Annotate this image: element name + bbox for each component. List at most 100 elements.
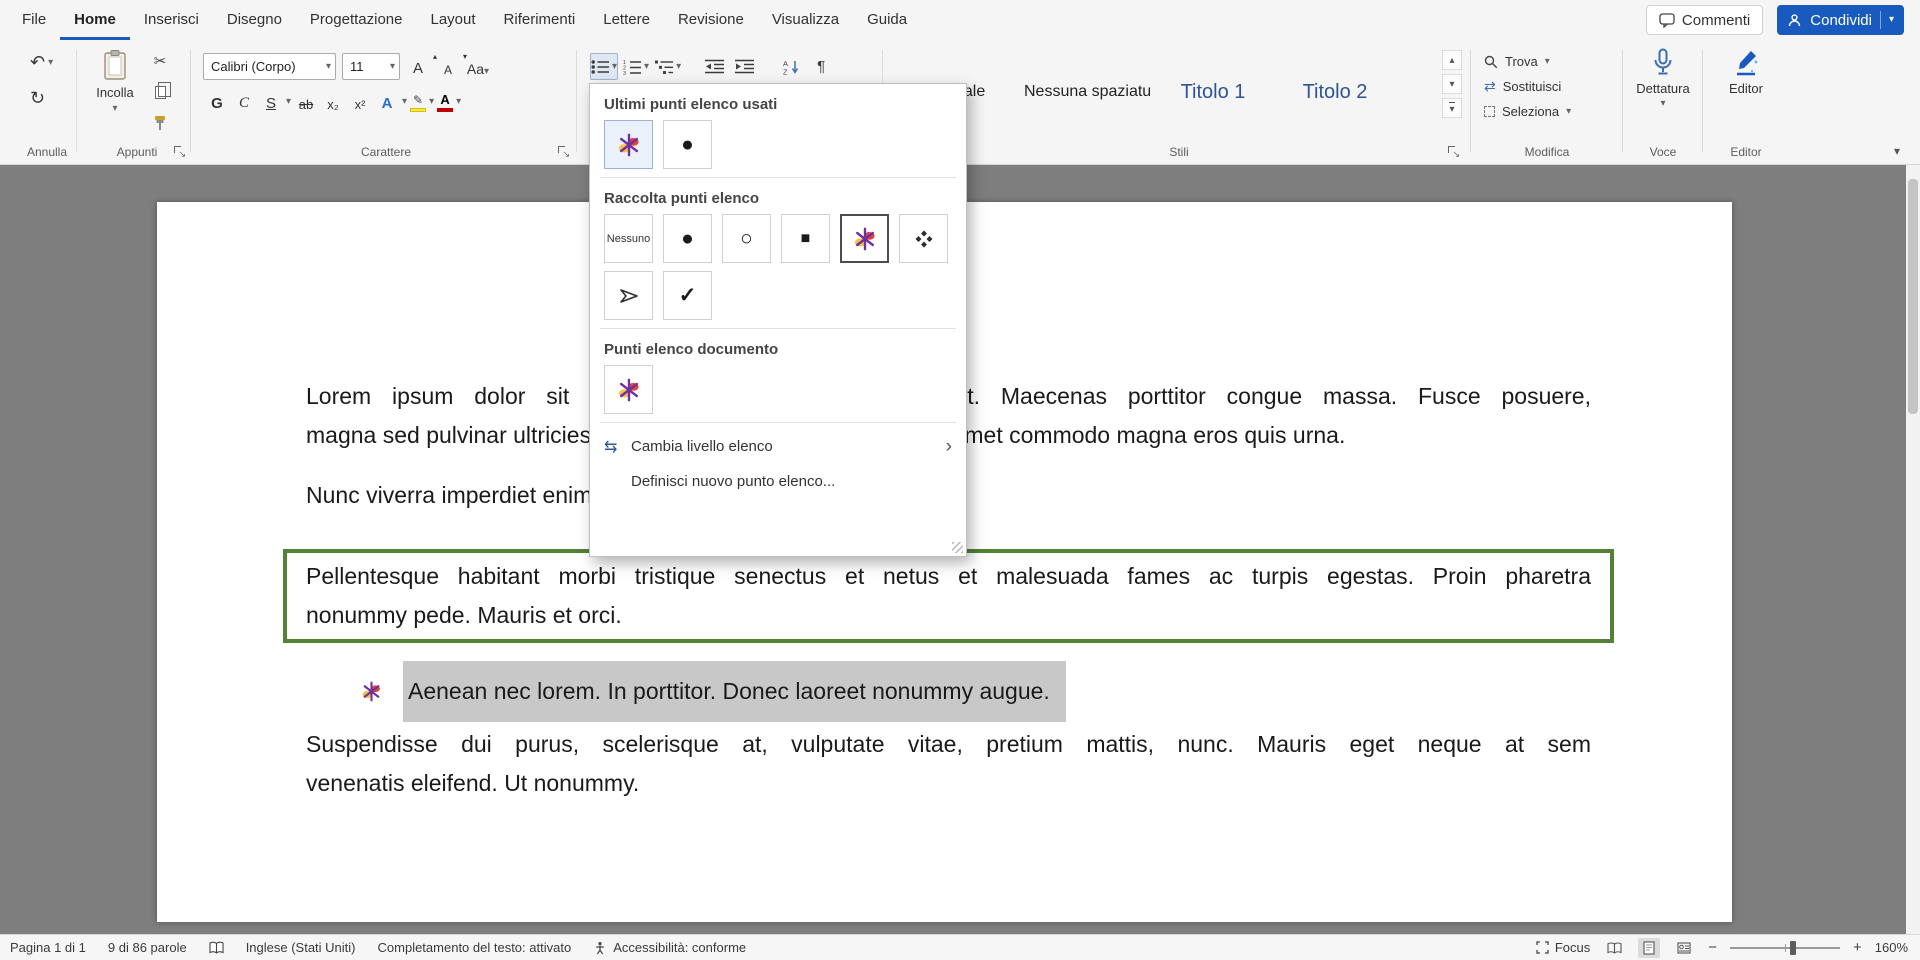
chevron-down-icon[interactable]: ▾ <box>429 97 434 107</box>
replace-button[interactable]: ⇄ Sostituisci <box>1484 78 1571 95</box>
font-color-button[interactable]: A <box>437 89 453 115</box>
language-status[interactable]: Inglese (Stati Uniti) <box>246 940 356 955</box>
underline-button[interactable]: S <box>259 89 283 115</box>
collapse-ribbon-button[interactable]: ▾ <box>1894 144 1900 158</box>
tab-layout[interactable]: Layout <box>417 0 490 40</box>
tab-disegno[interactable]: Disegno <box>213 0 296 40</box>
style-titolo-2[interactable]: Titolo 2 <box>1274 51 1396 133</box>
font-dialog-launcher[interactable] <box>557 145 570 158</box>
tab-riferimenti[interactable]: Riferimenti <box>490 0 590 40</box>
focus-mode-button[interactable]: Focus <box>1536 940 1590 955</box>
word-count-status[interactable]: 9 di 86 parole <box>108 940 187 955</box>
select-button[interactable]: Seleziona ▾ <box>1484 104 1571 119</box>
selected-text[interactable]: Aenean nec lorem. In porttitor. Donec la… <box>403 661 1066 722</box>
shrink-font-button[interactable]: A▾ <box>436 54 460 80</box>
chevron-down-icon[interactable]: ▾ <box>286 97 291 107</box>
proofing-status[interactable] <box>209 941 224 954</box>
tab-visualizza[interactable]: Visualizza <box>758 0 853 40</box>
show-formatting-button[interactable]: ¶ <box>808 53 834 80</box>
bullet-arrowhead[interactable] <box>604 271 653 320</box>
tab-file[interactable]: File <box>8 0 60 40</box>
resize-grip[interactable] <box>952 542 963 553</box>
style-nessuna-spaziatura[interactable]: Nessuna spaziatura <box>1014 51 1152 133</box>
bullet-solid-dot[interactable]: ● <box>663 214 712 263</box>
zoom-center-tick <box>1785 944 1786 952</box>
chevron-down-icon[interactable]: ▾ <box>48 58 53 68</box>
dictate-button[interactable]: Dettatura ▾ <box>1628 48 1698 109</box>
hollow-circle-icon: ○ <box>740 227 753 251</box>
gallery-up-button[interactable]: ▴ <box>1442 50 1462 70</box>
bullet-checkmark[interactable]: ✓ <box>663 271 712 320</box>
font-size-combobox[interactable]: 11 ▾ <box>342 53 400 80</box>
chevron-down-icon[interactable]: ▾ <box>402 97 407 107</box>
italic-button[interactable]: C <box>232 89 256 115</box>
style-titolo-1[interactable]: Titolo 1 <box>1152 51 1274 133</box>
gallery-more-button[interactable]: ▾ <box>1442 98 1462 118</box>
font-name-combobox[interactable]: Calibri (Corpo) ▾ <box>203 53 336 80</box>
undo-button[interactable]: ↶ ▾ <box>30 52 53 73</box>
chevron-down-icon[interactable]: ▾ <box>1889 15 1894 25</box>
grow-font-button[interactable]: A▴ <box>406 54 430 80</box>
copy-button[interactable] <box>150 83 170 101</box>
zoom-slider-thumb[interactable] <box>1790 941 1796 955</box>
strikethrough-button[interactable]: ab <box>294 89 318 115</box>
paragraph-suspendisse[interactable]: Suspendisse dui purus, scelerisque at, v… <box>306 725 1591 803</box>
highlight-button[interactable]: ✎ <box>410 89 426 115</box>
zoom-slider[interactable] <box>1730 947 1840 949</box>
format-painter-button[interactable] <box>150 114 170 132</box>
text-completion-status[interactable]: Completamento del testo: attivato <box>378 940 572 955</box>
tab-revisione[interactable]: Revisione <box>664 0 758 40</box>
comments-button[interactable]: Commenti <box>1646 5 1763 35</box>
chevron-down-icon[interactable]: ▾ <box>112 104 117 114</box>
zoom-out-button[interactable]: − <box>1708 939 1717 956</box>
zoom-level-button[interactable]: 160% <box>1875 940 1908 955</box>
cut-button[interactable]: ✂ <box>150 52 170 70</box>
scrollbar-thumb[interactable] <box>1908 179 1918 414</box>
web-layout-button[interactable] <box>1673 938 1695 958</box>
recent-bullet-solid[interactable]: ● <box>663 120 712 169</box>
define-new-bullet-item[interactable]: Definisci nuovo punto elenco... <box>590 464 966 499</box>
vertical-scrollbar[interactable] <box>1906 165 1920 934</box>
bullet-none[interactable]: Nessuno <box>604 214 653 263</box>
numbering-button[interactable]: 123 ▾ <box>622 53 650 80</box>
document-bullet-custom[interactable] <box>604 365 653 414</box>
print-layout-button[interactable] <box>1638 938 1660 958</box>
bold-button[interactable]: G <box>205 89 229 115</box>
gallery-down-button[interactable]: ▾ <box>1442 74 1462 94</box>
paragraph-bordered[interactable]: Pellentesque habitant morbi tristique se… <box>283 549 1614 643</box>
share-button[interactable]: Condividi ▾ <box>1777 5 1904 35</box>
redo-button[interactable]: ↻ <box>30 88 45 109</box>
tab-guida[interactable]: Guida <box>853 0 921 40</box>
multilevel-list-button[interactable]: ▾ <box>654 53 682 80</box>
find-button[interactable]: Trova ▾ <box>1484 54 1571 69</box>
subscript-button[interactable]: x₂ <box>321 89 345 115</box>
bullet-square[interactable]: ■ <box>781 214 830 263</box>
tab-inserisci[interactable]: Inserisci <box>130 0 213 40</box>
editor-button[interactable]: Editor <box>1704 48 1788 96</box>
text-effects-button[interactable]: A <box>375 89 399 115</box>
tab-lettere[interactable]: Lettere <box>589 0 664 40</box>
sort-button[interactable]: AZ <box>778 53 804 80</box>
read-mode-button[interactable] <box>1603 938 1625 958</box>
paragraph-bulleted-selected[interactable]: Aenean nec lorem. In porttitor. Donec la… <box>306 661 1591 722</box>
paste-button[interactable]: Incolla ▾ <box>90 48 140 138</box>
chevron-down-icon[interactable]: ▾ <box>456 97 461 107</box>
superscript-button[interactable]: x² <box>348 89 372 115</box>
change-case-button[interactable]: Aa▾ <box>466 54 490 80</box>
styles-dialog-launcher[interactable] <box>1447 145 1460 158</box>
clipboard-dialog-launcher[interactable] <box>173 145 186 158</box>
change-list-level-item[interactable]: ⇆ Cambia livello elenco › <box>590 429 966 464</box>
bullet-hollow-circle[interactable]: ○ <box>722 214 771 263</box>
recent-bullet-custom[interactable] <box>604 120 653 169</box>
page-number-status[interactable]: Pagina 1 di 1 <box>10 940 86 955</box>
zoom-in-button[interactable]: + <box>1853 939 1862 956</box>
accessibility-status[interactable]: Accessibilità: conforme <box>593 940 746 955</box>
decrease-indent-button[interactable] <box>702 53 728 80</box>
bullets-button[interactable]: ▾ <box>590 53 618 80</box>
chevron-down-icon: ▾ <box>1660 99 1665 109</box>
bullet-four-diamonds[interactable] <box>899 214 948 263</box>
increase-indent-button[interactable] <box>732 53 758 80</box>
bullet-custom-selected[interactable] <box>840 214 889 263</box>
tab-progettazione[interactable]: Progettazione <box>296 0 417 40</box>
tab-home[interactable]: Home <box>60 0 130 40</box>
